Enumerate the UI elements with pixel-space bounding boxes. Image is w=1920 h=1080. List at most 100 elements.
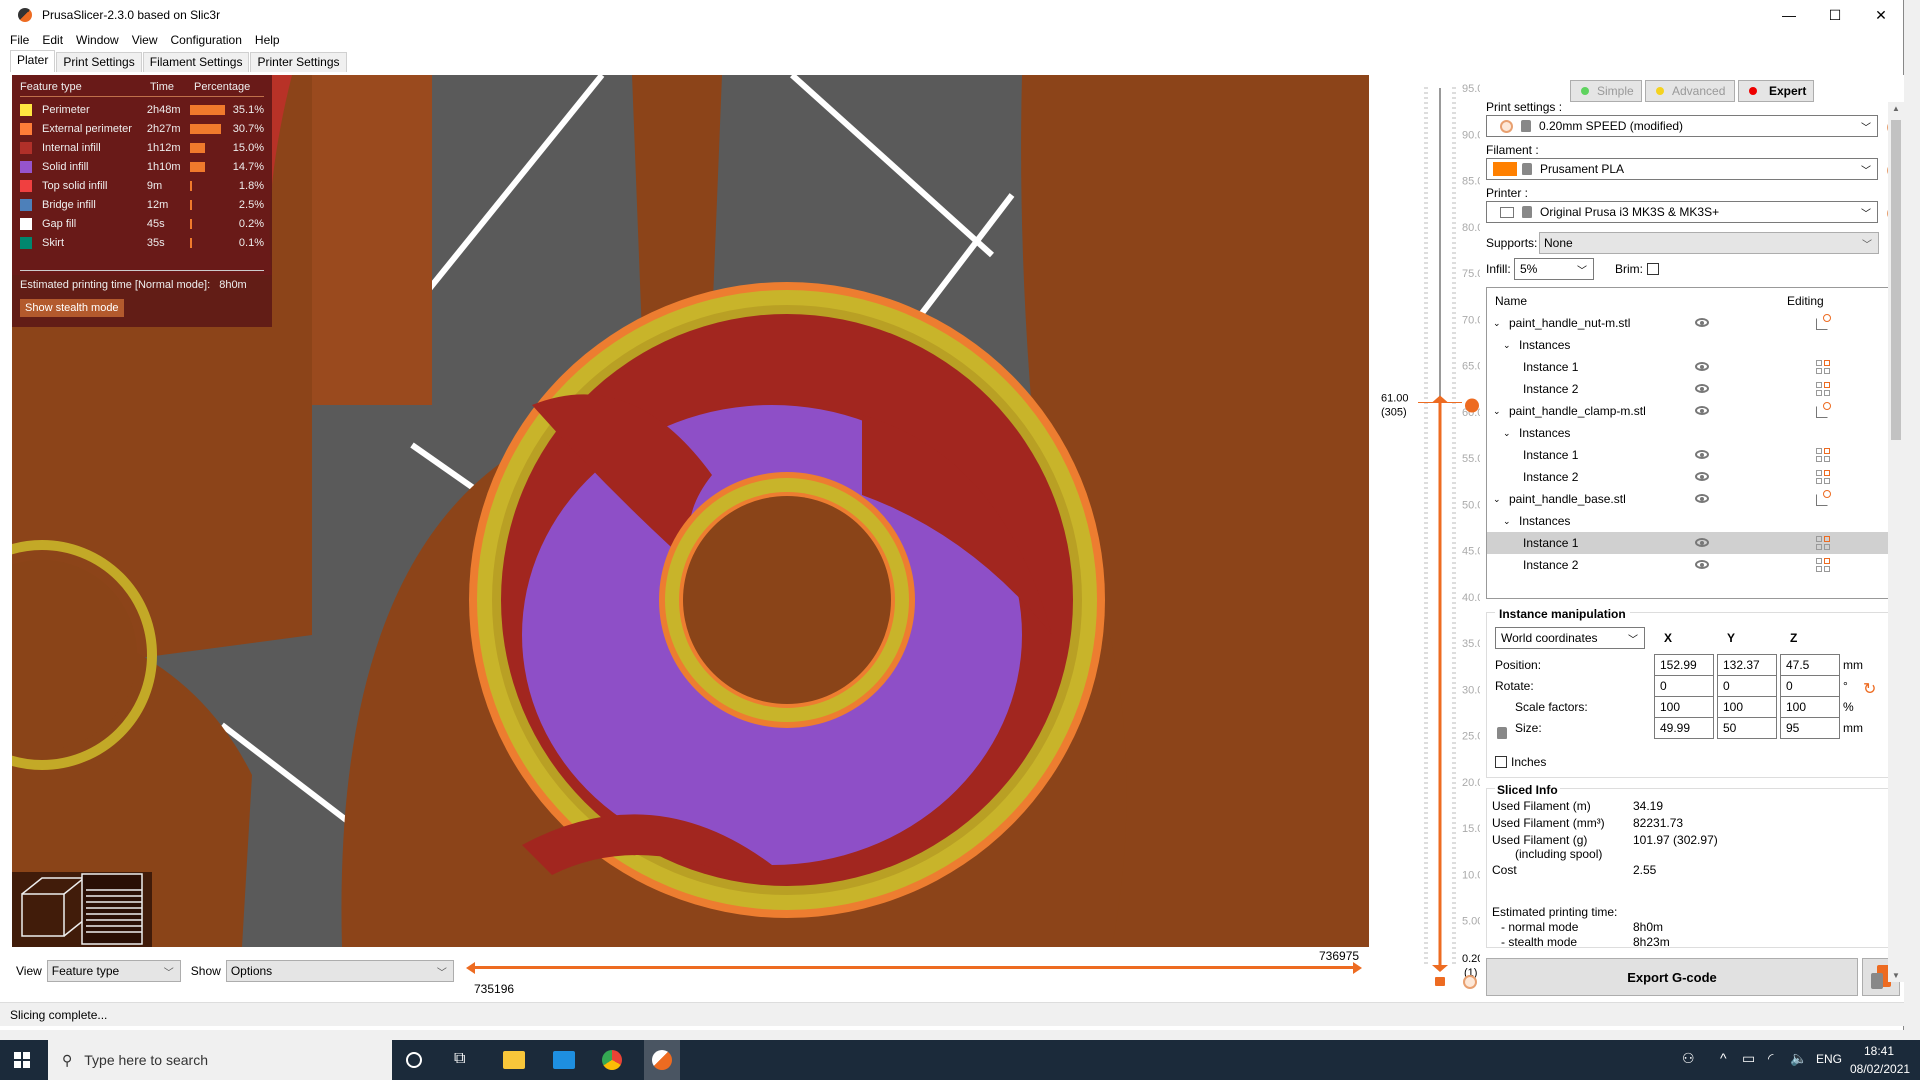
instance-icon[interactable] [1816,382,1830,396]
close-button[interactable]: ✕ [1858,0,1904,30]
vertical-layer-slider[interactable]: 95.0090.0085.0080.0075.0070.0065.0060.00… [1380,80,1490,1000]
prusaslicer-taskbar-button[interactable] [644,1040,680,1080]
reset-rotation-icon[interactable]: ↻ [1863,679,1876,699]
unlock-icon[interactable] [1435,977,1445,986]
infill-select[interactable]: 5% ﹀ [1514,258,1594,280]
scale-lock-icon[interactable] [1497,727,1507,739]
slider-right-thumb[interactable] [1353,962,1362,974]
lower-thumb[interactable] [1432,965,1448,972]
eye-icon[interactable] [1695,318,1709,327]
show-hidden-icons-chevron[interactable]: ^ [1720,1050,1727,1066]
instance-icon[interactable] [1816,536,1830,550]
instance-icon[interactable] [1816,470,1830,484]
add-color-change-icon[interactable] [1465,398,1479,413]
chevron-down-icon[interactable]: ⌄ [1503,340,1511,351]
sidebar-scrollbar[interactable]: ▲ ▼ [1888,102,1904,982]
show-stealth-mode-button[interactable]: Show stealth mode [20,299,124,317]
scale-x-input[interactable]: 100 [1654,696,1714,718]
tab-plater[interactable]: Plater [10,50,56,72]
horizontal-move-slider[interactable] [466,962,1362,974]
mode-simple-button[interactable]: Simple [1570,80,1642,102]
menu-help[interactable]: Help [255,33,280,47]
language-indicator[interactable]: ENG [1816,1052,1842,1066]
object-row[interactable]: ⌄ paint_handle_nut-m.stl [1487,312,1899,334]
eye-icon[interactable] [1695,538,1709,547]
rotate-z-input[interactable]: 0 [1780,675,1840,697]
instance-row[interactable]: Instance 1 [1487,444,1899,466]
instances-group-row[interactable]: ⌄ Instances [1487,510,1899,532]
wifi-icon[interactable]: ◜ [1768,1050,1773,1067]
tab-filament-settings[interactable]: Filament Settings [142,52,250,72]
eye-icon[interactable] [1695,384,1709,393]
brim-checkbox[interactable] [1647,263,1659,275]
mode-expert-button[interactable]: Expert [1738,80,1814,102]
upper-thumb[interactable] [1432,395,1448,403]
eye-icon[interactable] [1695,406,1709,415]
menu-file[interactable]: File [10,33,29,47]
maximize-button[interactable]: ☐ [1812,0,1858,30]
mode-advanced-button[interactable]: Advanced [1645,80,1735,102]
cortana-icon[interactable] [406,1052,422,1068]
chevron-down-icon[interactable]: ⌄ [1503,428,1511,439]
menu-edit[interactable]: Edit [42,33,63,47]
scale-y-input[interactable]: 100 [1717,696,1777,718]
instance-icon[interactable] [1816,360,1830,374]
scroll-up-icon[interactable]: ▲ [1892,104,1900,113]
instance-row[interactable]: Instance 1 [1487,532,1899,554]
3d-view-cube-icon[interactable] [21,877,87,937]
slider-settings-gear-icon[interactable] [1463,975,1477,989]
show-options-select[interactable]: Options ﹀ [225,960,454,982]
scale-z-input[interactable]: 100 [1780,696,1840,718]
minimize-button[interactable]: — [1766,0,1812,30]
tab-print-settings[interactable]: Print Settings [56,52,142,72]
meet-now-icon[interactable]: ▭ [1742,1050,1755,1067]
eye-icon[interactable] [1695,450,1709,459]
chevron-down-icon[interactable]: ⌄ [1493,318,1501,329]
object-row[interactable]: ⌄ paint_handle_clamp-m.stl [1487,400,1899,422]
size-x-input[interactable]: 49.99 [1654,717,1714,739]
file-explorer-icon[interactable] [503,1051,525,1069]
instance-icon[interactable] [1816,448,1830,462]
mail-icon[interactable] [553,1051,575,1069]
clock-time[interactable]: 18:41 [1864,1044,1894,1058]
instance-row[interactable]: Instance 2 [1487,378,1899,400]
object-settings-icon[interactable] [1816,314,1831,330]
view-type-select[interactable]: Feature type ﹀ [46,960,181,982]
clock-date[interactable]: 08/02/2021 [1850,1062,1910,1076]
print-settings-select[interactable]: 0.20mm SPEED (modified) ﹀ [1486,115,1878,137]
position-z-input[interactable]: 47.5 [1780,654,1840,676]
object-settings-icon[interactable] [1816,402,1831,418]
layers-view-icon[interactable] [81,873,143,945]
taskbar-search-box[interactable]: ⚲ Type here to search [48,1040,392,1080]
position-y-input[interactable]: 132.37 [1717,654,1777,676]
object-settings-icon[interactable] [1816,490,1831,506]
windows-start-icon[interactable] [14,1052,30,1068]
menu-window[interactable]: Window [76,33,119,47]
eye-icon[interactable] [1695,560,1709,569]
export-gcode-button[interactable]: Export G-code [1486,958,1858,996]
eye-icon[interactable] [1695,494,1709,503]
rotate-x-input[interactable]: 0 [1654,675,1714,697]
inches-checkbox[interactable] [1495,756,1507,768]
object-row[interactable]: ⌄ paint_handle_base.stl [1487,488,1899,510]
slider-left-thumb[interactable] [466,962,475,974]
printer-select[interactable]: Original Prusa i3 MK3S & MK3S+ ﹀ [1486,201,1878,223]
size-y-input[interactable]: 50 [1717,717,1777,739]
scroll-down-icon[interactable]: ▼ [1892,971,1900,980]
chevron-down-icon[interactable]: ⌄ [1493,406,1501,417]
filament-select[interactable]: Prusament PLA ﹀ [1486,158,1878,180]
instance-row[interactable]: Instance 1 [1487,356,1899,378]
instance-row[interactable]: Instance 2 [1487,554,1899,576]
supports-select[interactable]: None ﹀ [1539,232,1879,254]
tab-printer-settings[interactable]: Printer Settings [250,52,347,72]
menu-configuration[interactable]: Configuration [171,33,242,47]
instances-group-row[interactable]: ⌄ Instances [1487,334,1899,356]
eye-icon[interactable] [1695,472,1709,481]
menu-view[interactable]: View [132,33,158,47]
instance-row[interactable]: Instance 2 [1487,466,1899,488]
position-x-input[interactable]: 152.99 [1654,654,1714,676]
instances-group-row[interactable]: ⌄ Instances [1487,422,1899,444]
volume-icon[interactable]: 🔈 [1790,1050,1807,1067]
task-view-icon[interactable]: ⧉ [454,1050,465,1068]
chevron-down-icon[interactable]: ⌄ [1503,516,1511,527]
